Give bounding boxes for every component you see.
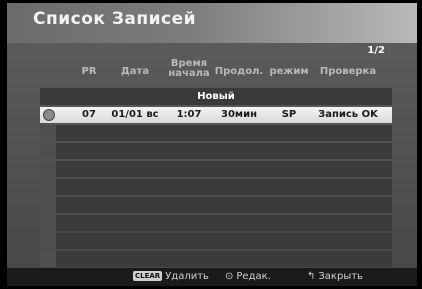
column-header-check: Проверка — [319, 66, 377, 77]
empty-row[interactable] — [40, 215, 392, 231]
table-row-selected[interactable]: 07 01/01 вс 1:07 30мин SP Запись OK — [40, 107, 392, 123]
enter-button-icon: ⊙ — [225, 271, 234, 282]
column-header-pr: PR — [81, 66, 97, 77]
column-header-date: Дата — [120, 66, 150, 77]
edit-hint[interactable]: ⊙ Редак. — [225, 271, 271, 282]
clear-button-icon: CLEAR — [133, 271, 163, 281]
empty-row[interactable] — [40, 125, 392, 141]
new-recording-row[interactable]: Новый — [40, 88, 392, 105]
row-gutter — [40, 125, 56, 141]
empty-rows — [40, 125, 392, 267]
row-gutter — [40, 197, 56, 213]
empty-row[interactable] — [40, 143, 392, 159]
row-gutter — [40, 215, 56, 231]
return-icon: ↰ — [307, 271, 316, 282]
cell-check: Запись OK — [318, 109, 378, 120]
column-header-duration: Продол. — [214, 66, 264, 77]
empty-row[interactable] — [40, 161, 392, 177]
recording-list-screen: Список Записей 1/2 PR Дата Время начала … — [7, 3, 417, 283]
row-gutter — [40, 233, 56, 249]
list-header: PR Дата Время начала Продол. режим Прове… — [40, 57, 392, 87]
empty-row[interactable] — [40, 233, 392, 249]
page-title: Список Записей — [33, 9, 197, 29]
page-indicator: 1/2 — [367, 45, 385, 56]
close-hint[interactable]: ↰ Закрыть — [307, 271, 363, 282]
column-header-start-time: Время начала — [168, 58, 210, 79]
delete-hint[interactable]: CLEAR Удалить — [133, 271, 209, 282]
cell-pr: 07 — [82, 109, 96, 120]
footer-bar: CLEAR Удалить ⊙ Редак. ↰ Закрыть — [7, 268, 417, 286]
edit-label: Редак. — [236, 271, 271, 282]
row-gutter — [40, 161, 56, 177]
delete-label: Удалить — [165, 271, 209, 282]
cell-mode: SP — [281, 109, 297, 120]
title-bar: Список Записей — [7, 3, 417, 43]
row-gutter — [40, 179, 56, 195]
recording-list: PR Дата Время начала Продол. режим Прове… — [40, 57, 392, 267]
cell-duration: 30мин — [220, 109, 257, 120]
row-gutter — [40, 251, 56, 267]
empty-row[interactable] — [40, 251, 392, 267]
close-label: Закрыть — [318, 271, 363, 282]
cell-date: 01/01 вс — [111, 109, 159, 120]
empty-row[interactable] — [40, 179, 392, 195]
row-gutter — [40, 143, 56, 159]
cell-start-time: 1:07 — [176, 109, 202, 120]
empty-row[interactable] — [40, 197, 392, 213]
disc-selection-icon — [43, 109, 55, 121]
column-header-mode: режим — [269, 66, 309, 77]
